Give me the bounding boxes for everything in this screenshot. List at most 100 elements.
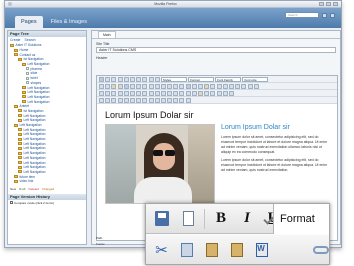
insert-col-before-icon[interactable]: [136, 90, 142, 96]
styles-props-icon[interactable]: [123, 97, 129, 103]
compare-mode-option[interactable]: Compare mode (click 2 items): [8, 200, 86, 206]
undo-icon[interactable]: [173, 83, 179, 89]
underline-icon[interactable]: [123, 76, 129, 82]
save-icon[interactable]: [99, 76, 104, 82]
redo-icon[interactable]: [179, 83, 185, 89]
delete-col-icon[interactable]: [148, 90, 154, 96]
search-input[interactable]: Search: [285, 12, 319, 18]
insert-date-icon[interactable]: [228, 83, 234, 89]
font-family-select[interactable]: Font Family: [215, 76, 242, 82]
replace-icon[interactable]: [136, 83, 142, 89]
tab-main[interactable]: Main: [98, 31, 116, 38]
paste-word-icon[interactable]: [123, 83, 129, 89]
link-icon[interactable]: [312, 239, 329, 261]
help-icon[interactable]: [322, 12, 327, 18]
search-link[interactable]: Search: [25, 38, 36, 42]
pagebreak-icon[interactable]: [185, 97, 191, 103]
subscript-icon[interactable]: [185, 90, 191, 96]
compare-mode-checkbox[interactable]: [10, 201, 13, 205]
format-select[interactable]: Format: [188, 76, 215, 82]
italic-button[interactable]: I: [237, 208, 257, 230]
bold-button[interactable]: B: [211, 208, 231, 230]
merge-cells-icon[interactable]: [160, 90, 166, 96]
align-center-icon[interactable]: [142, 76, 148, 82]
indent-icon[interactable]: [160, 83, 166, 89]
outdent-icon[interactable]: [154, 83, 160, 89]
rtl-icon[interactable]: [228, 90, 234, 96]
ins-icon[interactable]: [154, 97, 160, 103]
align-left-icon[interactable]: [136, 76, 142, 82]
new-document-icon[interactable]: [105, 76, 111, 82]
copy-icon[interactable]: [177, 239, 196, 261]
table-icon[interactable]: [99, 90, 104, 96]
image-icon[interactable]: [204, 83, 210, 89]
template-icon[interactable]: [179, 97, 185, 103]
horizontal-rule-icon[interactable]: [167, 90, 173, 96]
row-props-icon[interactable]: [105, 90, 111, 96]
absolute-icon[interactable]: [117, 97, 123, 103]
tab-pages[interactable]: Pages: [15, 16, 43, 28]
help-icon[interactable]: [216, 83, 222, 89]
blockquote-icon[interactable]: [167, 83, 173, 89]
save-icon[interactable]: [152, 208, 172, 230]
editor-content[interactable]: Lorum Ipsum Dolar sir Lorum Ipsum Dolar …: [97, 104, 337, 208]
cell-props-icon[interactable]: [111, 90, 117, 96]
superscript-icon[interactable]: [191, 90, 197, 96]
move-forward-icon[interactable]: [105, 97, 111, 103]
maximize-button[interactable]: [326, 2, 331, 6]
cut-icon[interactable]: ✂: [152, 239, 171, 261]
special-char-icon[interactable]: [198, 90, 203, 96]
preview-icon[interactable]: [241, 83, 247, 89]
ltr-icon[interactable]: [222, 90, 228, 96]
paste-text-icon[interactable]: [228, 239, 247, 261]
attribs-icon[interactable]: [160, 97, 166, 103]
paste-word-icon[interactable]: [253, 239, 272, 261]
insert-row-after-icon[interactable]: [123, 90, 129, 96]
bullet-list-icon[interactable]: [142, 83, 148, 89]
bold-icon[interactable]: [111, 76, 117, 82]
cite-icon[interactable]: [129, 97, 135, 103]
unlink-icon[interactable]: [191, 83, 197, 89]
visual-aid-icon[interactable]: [179, 90, 185, 96]
format-select[interactable]: Format: [273, 204, 329, 234]
anchor-icon[interactable]: [198, 83, 203, 89]
align-right-icon[interactable]: [148, 76, 154, 82]
remove-format-icon[interactable]: [173, 90, 179, 96]
forecolor-icon[interactable]: [247, 83, 253, 89]
paste-icon[interactable]: [202, 239, 221, 261]
delete-row-icon[interactable]: [129, 90, 135, 96]
site-title-field[interactable]: Aster IT Solutions CMS: [96, 47, 336, 53]
minimize-button[interactable]: [319, 2, 324, 6]
logout-icon[interactable]: [330, 12, 335, 18]
fullscreen-icon[interactable]: [216, 90, 222, 96]
nonbreaking-icon[interactable]: [173, 97, 179, 103]
numbered-list-icon[interactable]: [148, 83, 154, 89]
code-icon[interactable]: [222, 83, 228, 89]
paste-icon[interactable]: [111, 83, 117, 89]
justify-icon[interactable]: [154, 76, 160, 82]
move-backward-icon[interactable]: [111, 97, 117, 103]
split-cells-icon[interactable]: [154, 90, 160, 96]
search-icon[interactable]: [129, 83, 135, 89]
copy-icon[interactable]: [105, 83, 111, 89]
font-size-select[interactable]: Font size: [242, 76, 269, 82]
strikethrough-icon[interactable]: [129, 76, 135, 82]
close-button[interactable]: [333, 2, 338, 6]
emoticon-icon[interactable]: [204, 90, 210, 96]
acronym-icon[interactable]: [142, 97, 148, 103]
insert-time-icon[interactable]: [235, 83, 241, 89]
new-document-icon[interactable]: [178, 208, 198, 230]
del-icon[interactable]: [148, 97, 154, 103]
create-link[interactable]: Create: [10, 38, 21, 42]
media-icon[interactable]: [210, 90, 216, 96]
abbr-icon[interactable]: [136, 97, 142, 103]
insert-col-after-icon[interactable]: [142, 90, 148, 96]
insert-layer-icon[interactable]: [99, 97, 104, 103]
visual-chars-icon[interactable]: [167, 97, 173, 103]
cleanup-icon[interactable]: [210, 83, 216, 89]
styles-select[interactable]: Styles: [160, 76, 187, 82]
backcolor-icon[interactable]: [253, 83, 259, 89]
link-icon[interactable]: [185, 83, 191, 89]
insert-row-before-icon[interactable]: [117, 90, 123, 96]
cut-icon[interactable]: [99, 83, 104, 89]
